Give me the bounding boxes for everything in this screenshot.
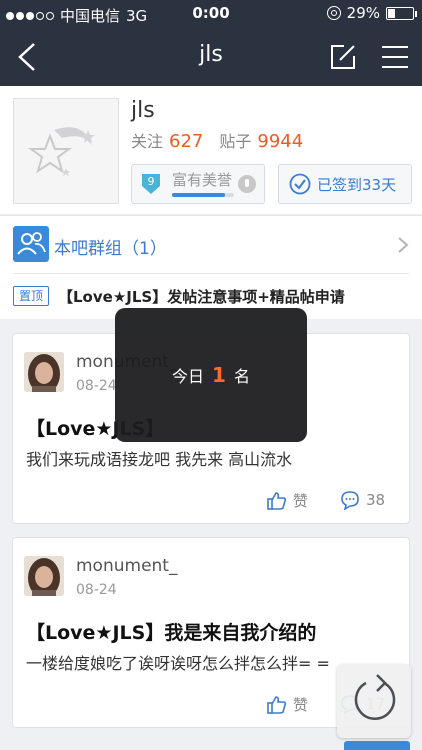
username[interactable]: monument_ <box>76 556 177 576</box>
pinned-title: 【Love★JLS】发帖注意事项+精品帖申请 <box>58 288 345 306</box>
compose-button[interactable] <box>328 42 358 72</box>
toast-prefix: 今日 <box>172 367 205 386</box>
level-progress-bar <box>172 193 234 197</box>
chevron-right-icon <box>398 237 409 253</box>
level-button[interactable]: 9 富有美誉 <box>131 164 265 204</box>
comment-count: 38 <box>366 491 386 509</box>
divider <box>13 273 409 274</box>
page-title: jls <box>199 42 223 67</box>
menu-button[interactable] <box>380 44 410 70</box>
level-progress-fill <box>172 193 225 197</box>
refresh-button[interactable] <box>337 664 411 738</box>
like-button[interactable]: 赞 <box>267 694 308 715</box>
post-date: 08-24 <box>76 378 117 394</box>
post-body: 一楼给度娘吃了诶呀诶呀怎么拌怎么拌= = <box>26 654 330 673</box>
post-title: 【Love★JLS】我是来自我介绍的 <box>26 622 317 644</box>
like-button[interactable]: 赞 <box>267 490 308 511</box>
status-right: 29% <box>326 4 417 22</box>
group-label: 本吧群组（1） <box>54 239 167 259</box>
mic-icon <box>238 175 256 193</box>
like-label: 赞 <box>293 696 309 714</box>
follow-count: 627 <box>169 131 204 152</box>
thumbs-up-icon <box>267 695 287 714</box>
refresh-icon <box>354 674 396 720</box>
menu-icon <box>382 46 408 68</box>
star-logo-icon <box>27 127 95 176</box>
bottom-tag <box>344 741 410 750</box>
avatar[interactable] <box>24 556 64 596</box>
nav-bar: jls <box>0 28 422 86</box>
battery-percent: 29% <box>346 4 380 22</box>
battery-icon <box>386 6 417 20</box>
status-bar: 中国电信 3G 0:00 29% <box>0 0 422 28</box>
post-body: 我们来玩成语接龙吧 我先来 高山流水 <box>26 450 293 469</box>
level-badge: 9 <box>140 172 162 196</box>
group-row[interactable]: 本吧群组（1） <box>0 215 422 273</box>
forum-name: jls <box>131 98 155 123</box>
posts-count: 9944 <box>257 131 304 152</box>
follow-label: 关注 <box>131 132 164 151</box>
post-date: 08-24 <box>76 582 117 598</box>
pinned-badge: 置顶 <box>13 286 49 306</box>
posts-label: 贴子 <box>219 132 252 151</box>
checkin-label: 已签到33天 <box>317 175 397 194</box>
battery-level <box>388 8 395 18</box>
toast-suffix: 名 <box>233 367 250 386</box>
forum-avatar[interactable] <box>13 98 119 204</box>
forum-header: jls 关注 627 贴子 9944 9 富有美誉 已签到33天 <box>0 86 422 214</box>
like-label: 赞 <box>293 492 309 510</box>
comment-icon <box>341 491 359 510</box>
toast-rank: 1 <box>212 363 226 387</box>
level-title: 富有美誉 <box>172 171 233 189</box>
comment-button[interactable]: 38 <box>340 490 385 510</box>
thumbs-up-icon <box>267 491 287 510</box>
checkin-rank-toast: 今日 1 名 <box>115 308 307 442</box>
avatar[interactable] <box>24 352 64 392</box>
edit-icon <box>331 45 355 69</box>
checkin-button[interactable]: 已签到33天 <box>278 164 412 204</box>
rotation-lock-icon <box>326 6 341 20</box>
forum-stats: 关注 627 贴子 9944 <box>131 128 319 152</box>
group-icon <box>13 226 49 262</box>
check-circle-icon <box>289 173 311 195</box>
level-number: 9 <box>147 175 155 188</box>
